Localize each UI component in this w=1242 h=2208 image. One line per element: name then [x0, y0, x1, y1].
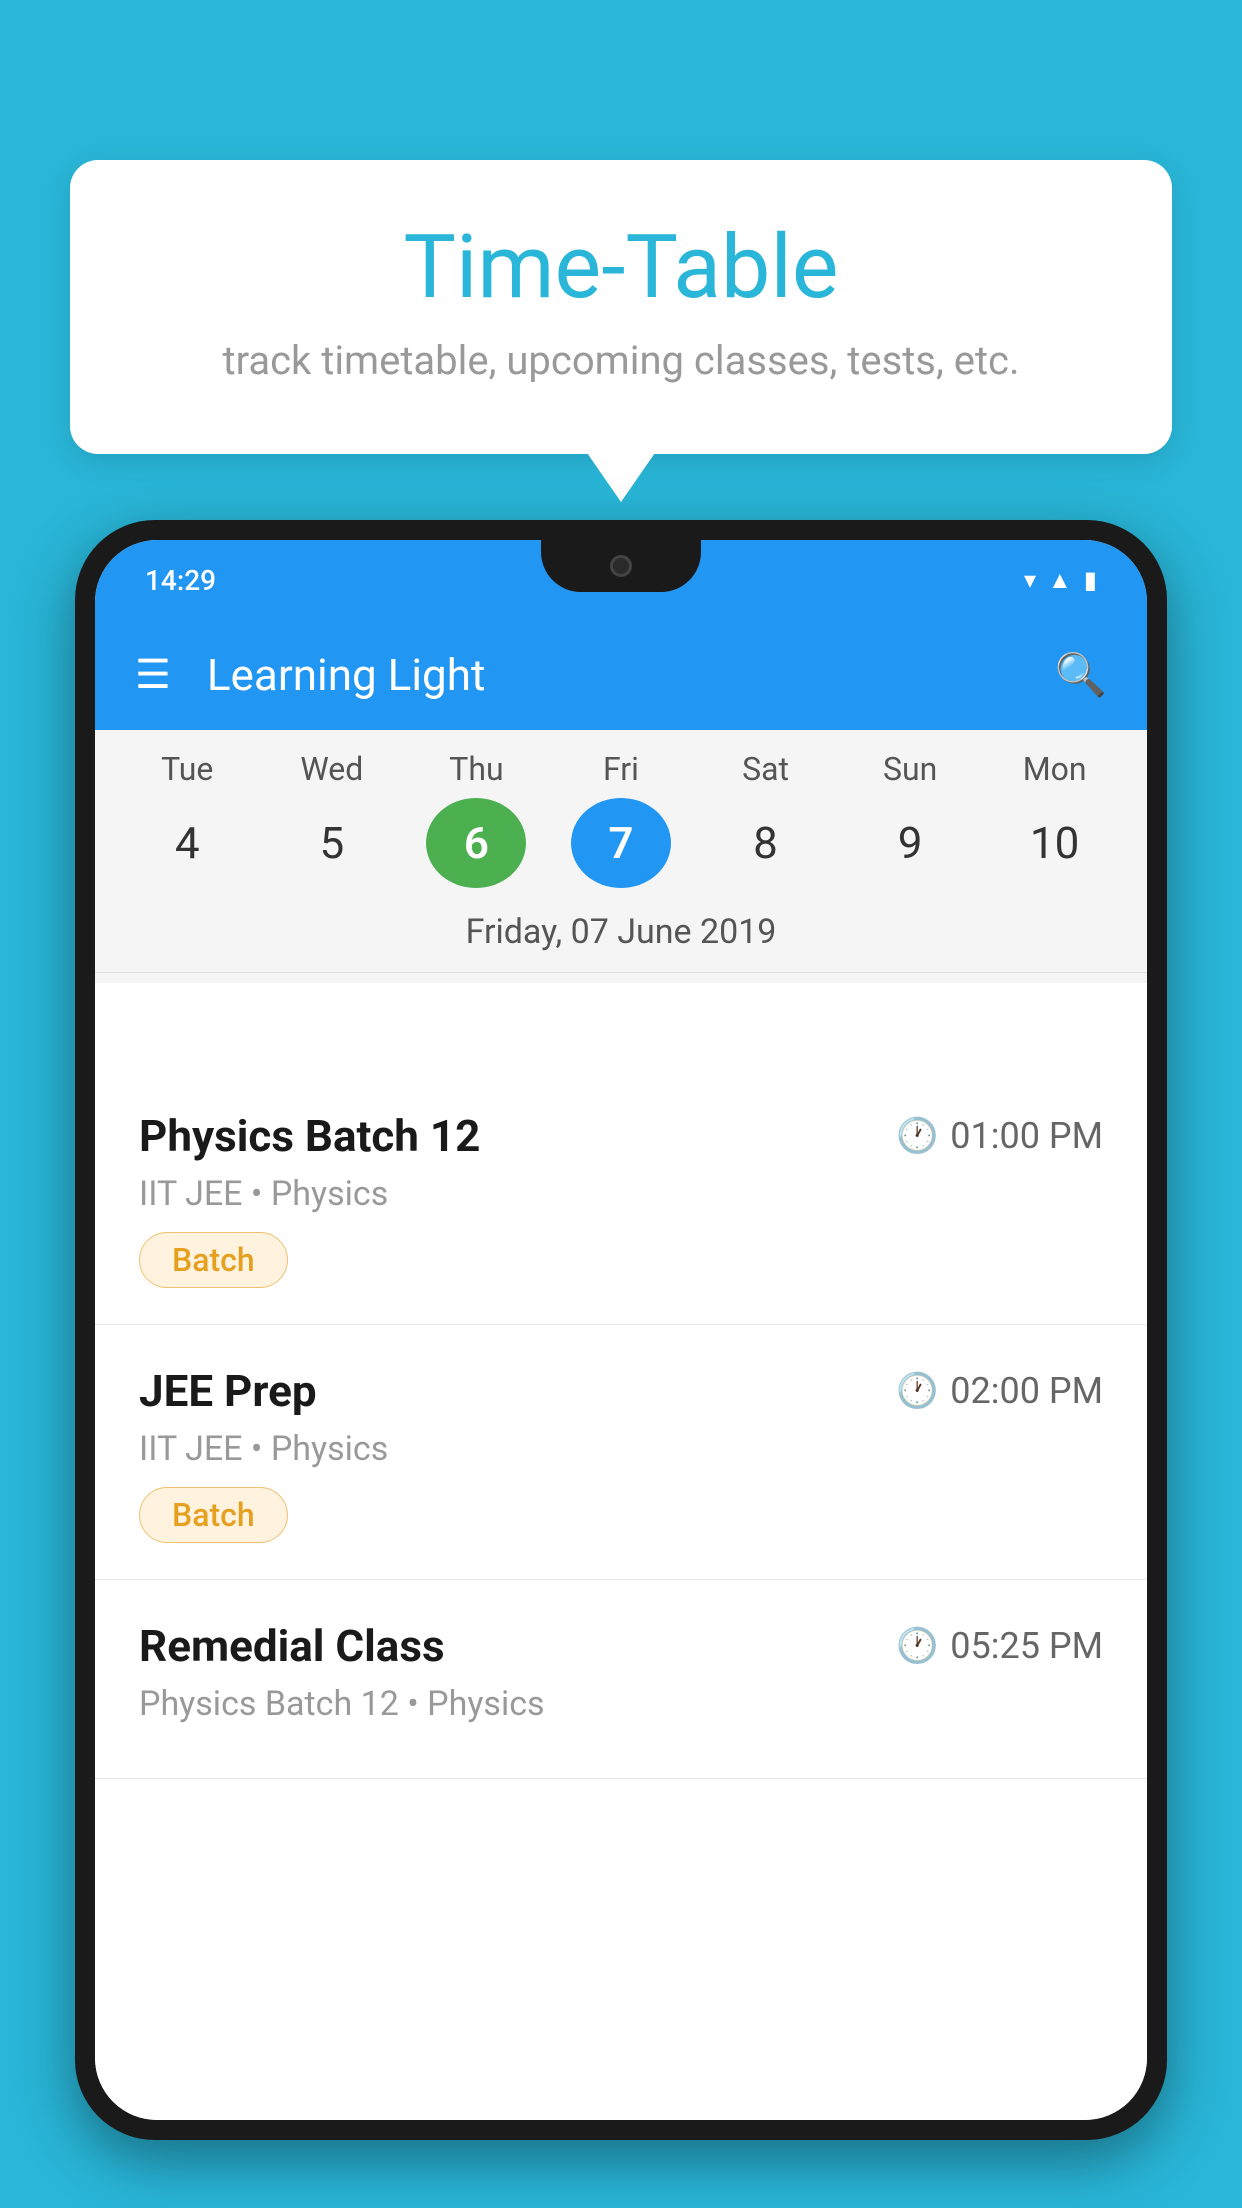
battery-icon: ▮	[1084, 566, 1097, 594]
status-bar: 14:29 ▾ ▲ ▮	[95, 540, 1147, 620]
day-header[interactable]: Mon	[1005, 750, 1105, 788]
phone-container: 14:29 ▾ ▲ ▮ ☰ Learning Light 🔍 Tue Wed Thu…	[75, 520, 1167, 2208]
day-header[interactable]: Sun	[860, 750, 960, 788]
schedule-item-meta: Physics Batch 12 • Physics	[139, 1684, 1103, 1724]
day-number[interactable]: 10	[1005, 798, 1105, 888]
app-title: Learning Light	[207, 649, 1055, 701]
day-numbers: 456789 10	[95, 798, 1147, 904]
search-icon[interactable]: 🔍	[1055, 651, 1107, 700]
day-header[interactable]: Sat	[716, 750, 816, 788]
app-bar: ☰ Learning Light 🔍	[95, 620, 1147, 730]
camera	[610, 555, 632, 577]
schedule-item-title: JEE Prep	[139, 1365, 317, 1417]
day-header[interactable]: Fri	[571, 750, 671, 788]
day-number[interactable]: 6	[426, 798, 526, 888]
day-header[interactable]: Thu	[426, 750, 526, 788]
schedule-item-time: 🕐 01:00 PM	[896, 1115, 1103, 1157]
schedule-item-header: Remedial Class 🕐 05:25 PM	[139, 1620, 1103, 1672]
day-number[interactable]: 7	[571, 798, 671, 888]
schedule-item-time: 🕐 02:00 PM	[896, 1370, 1103, 1412]
tooltip-card: Time-Table track timetable, upcoming cla…	[70, 160, 1172, 454]
day-number[interactable]: 5	[282, 798, 382, 888]
phone-screen: 14:29 ▾ ▲ ▮ ☰ Learning Light 🔍 Tue Wed Thu…	[95, 540, 1147, 2120]
schedule-item-meta: IIT JEE • Physics	[139, 1174, 1103, 1214]
phone-frame: 14:29 ▾ ▲ ▮ ☰ Learning Light 🔍 Tue Wed Thu…	[75, 520, 1167, 2140]
schedule-item[interactable]: JEE Prep 🕐 02:00 PM IIT JEE • Physics Ba…	[95, 1325, 1147, 1580]
schedule-list: Physics Batch 12 🕐 01:00 PM IIT JEE • Ph…	[95, 1070, 1147, 2120]
day-number[interactable]: 9	[860, 798, 960, 888]
phone-notch	[541, 540, 701, 592]
schedule-item-header: Physics Batch 12 🕐 01:00 PM	[139, 1110, 1103, 1162]
tooltip-title: Time-Table	[140, 220, 1102, 317]
batch-badge: Batch	[139, 1232, 288, 1288]
wifi-icon: ▾	[1024, 566, 1036, 594]
schedule-item-time: 🕐 05:25 PM	[896, 1625, 1103, 1667]
schedule-item-header: JEE Prep 🕐 02:00 PM	[139, 1365, 1103, 1417]
status-time: 14:29	[145, 564, 216, 597]
hamburger-icon[interactable]: ☰	[135, 655, 171, 695]
day-number[interactable]: 8	[716, 798, 816, 888]
day-header[interactable]: Wed	[282, 750, 382, 788]
status-icons: ▾ ▲ ▮	[1024, 566, 1097, 595]
schedule-item[interactable]: Physics Batch 12 🕐 01:00 PM IIT JEE • Ph…	[95, 1070, 1147, 1325]
calendar-section: Tue Wed Thu Fri Sat Sun Mon 456789 10 Friday, 0…	[95, 730, 1147, 983]
batch-badge: Batch	[139, 1487, 288, 1543]
clock-icon: 🕐	[896, 1116, 938, 1156]
schedule-item-title: Remedial Class	[139, 1620, 445, 1672]
clock-icon: 🕐	[896, 1626, 938, 1666]
day-number[interactable]: 4	[137, 798, 237, 888]
schedule-item[interactable]: Remedial Class 🕐 05:25 PM Physics Batch …	[95, 1580, 1147, 1779]
schedule-item-meta: IIT JEE • Physics	[139, 1429, 1103, 1469]
day-header[interactable]: Tue	[137, 750, 237, 788]
day-headers: Tue Wed Thu Fri Sat Sun Mon	[95, 750, 1147, 798]
selected-date-label: Friday, 07 June 2019	[95, 904, 1147, 973]
signal-icon: ▲	[1048, 566, 1072, 595]
clock-icon: 🕐	[896, 1371, 938, 1411]
schedule-item-title: Physics Batch 12	[139, 1110, 480, 1162]
tooltip-subtitle: track timetable, upcoming classes, tests…	[140, 337, 1102, 384]
